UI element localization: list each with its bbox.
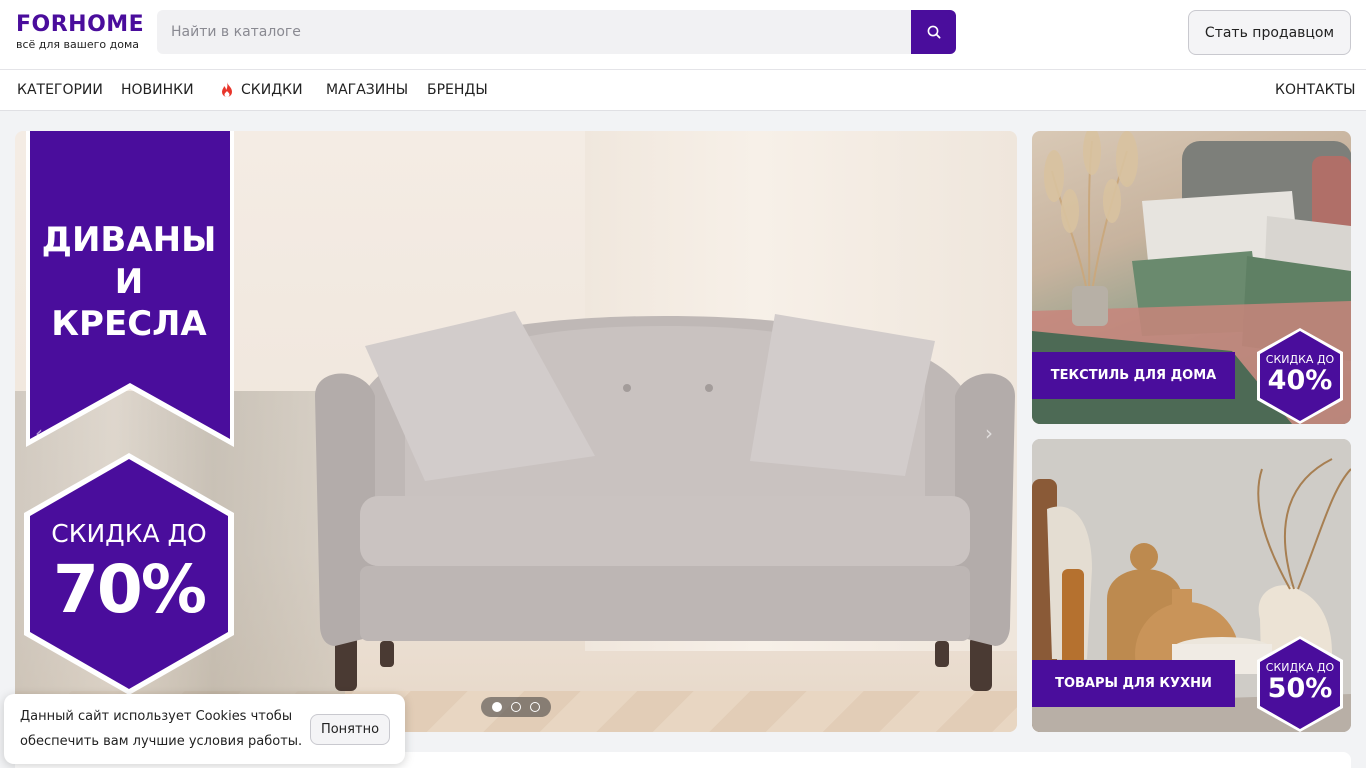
banner-textile-label: ТЕКСТИЛЬ ДЛЯ ДОМА (1032, 352, 1235, 399)
cookie-text: Данный сайт использует Cookies чтобы обе… (20, 709, 303, 749)
search-input[interactable] (157, 10, 911, 54)
hero-title-line1: ДИВАНЫ (41, 220, 217, 260)
search-icon (927, 25, 941, 39)
logo[interactable]: FORHOME всё для вашего дома (16, 12, 144, 52)
cookie-accept-button[interactable]: Понятно (310, 714, 390, 745)
become-seller-button[interactable]: Стать продавцом (1188, 10, 1351, 55)
cookie-notice: Данный сайт использует Cookies чтобы обе… (4, 694, 405, 764)
slider-dots (481, 697, 551, 717)
main-nav: КАТЕГОРИИ НОВИНКИ СКИДКИ МАГАЗИНЫ БРЕНДЫ… (0, 70, 1366, 111)
slider-dot[interactable] (530, 702, 540, 712)
banner-textile-discount-value: 40% (1267, 365, 1333, 396)
nav-item-brands[interactable]: БРЕНДЫ (427, 70, 488, 110)
search-button[interactable] (911, 10, 956, 54)
sofa-image (315, 311, 1015, 691)
slider-prev-arrow[interactable]: ‹ (35, 421, 43, 445)
nav-item-discounts-label: СКИДКИ (241, 82, 303, 98)
banner-kitchen-label: ТОВАРЫ ДЛЯ КУХНИ (1032, 660, 1235, 707)
hero-slider[interactable]: ДИВАНЫ И КРЕСЛА СКИДКА ДО 70% ‹ › (15, 131, 1017, 732)
banner-textile[interactable]: ТЕКСТИЛЬ ДЛЯ ДОМА СКИДКА ДО 40% (1032, 131, 1351, 424)
fire-icon (222, 82, 232, 98)
hero-discount-label: СКИДКА ДО (51, 519, 207, 548)
logo-subtitle: всё для вашего дома (16, 38, 139, 51)
search-bar (157, 10, 956, 54)
slider-dot[interactable] (492, 702, 502, 712)
hero-discount-value: 70% (53, 551, 207, 628)
slider-next-arrow[interactable]: › (985, 421, 993, 445)
banner-kitchen[interactable]: ТОВАРЫ ДЛЯ КУХНИ СКИДКА ДО 50% (1032, 439, 1351, 732)
slider-dot[interactable] (511, 702, 521, 712)
header: FORHOME всё для вашего дома Стать продав… (0, 0, 1366, 70)
logo-title: FORHOME (16, 12, 145, 37)
banner-kitchen-discount-value: 50% (1267, 673, 1333, 704)
hero-title: ДИВАНЫ И КРЕСЛА (39, 219, 219, 345)
nav-item-new[interactable]: НОВИНКИ (121, 70, 194, 110)
nav-item-contacts[interactable]: КОНТАКТЫ (1275, 70, 1355, 110)
nav-item-categories[interactable]: КАТЕГОРИИ (17, 70, 103, 110)
hero-title-line2: И КРЕСЛА (51, 262, 207, 344)
nav-item-stores[interactable]: МАГАЗИНЫ (326, 70, 408, 110)
nav-item-discounts[interactable]: СКИДКИ (219, 70, 303, 110)
